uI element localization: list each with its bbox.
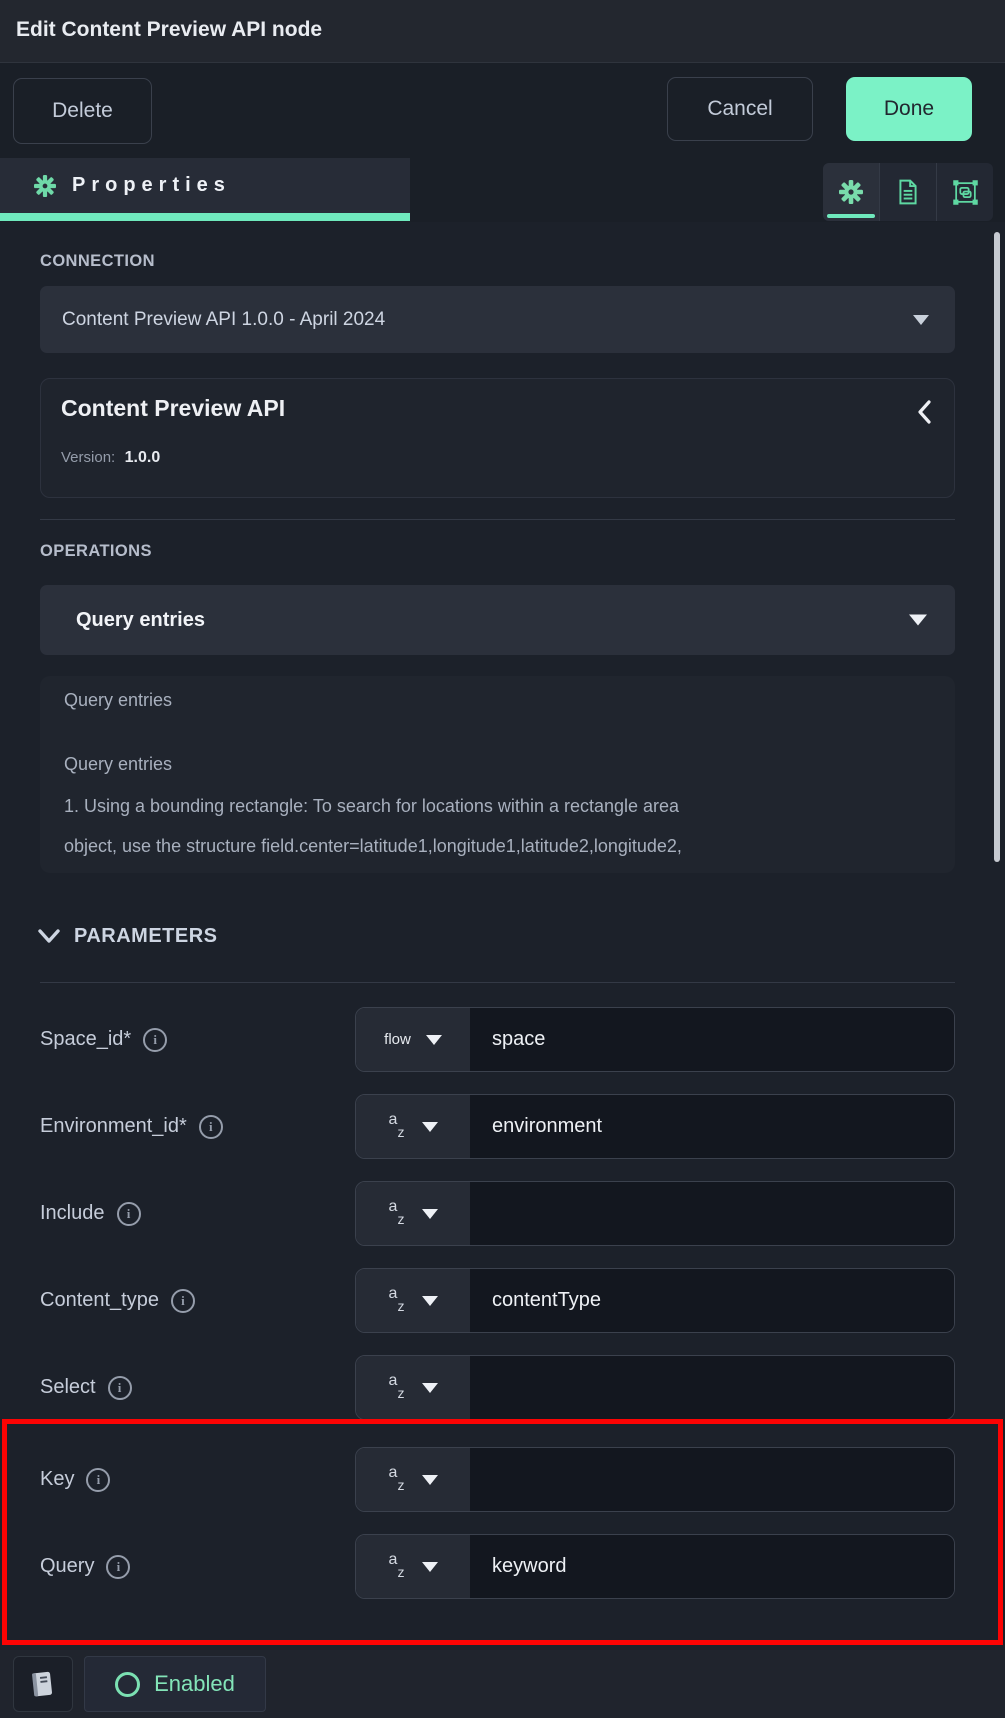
status-circle-icon <box>115 1672 140 1697</box>
param-input-group-include: az <box>355 1181 955 1246</box>
param-type-selector[interactable]: az <box>356 1269 470 1332</box>
param-input-group-environment-id: az <box>355 1094 955 1159</box>
operation-description-title: Query entries <box>64 690 172 711</box>
chevron-down-icon <box>422 1475 438 1485</box>
version-value: 1.0.0 <box>125 449 161 466</box>
node-help-button[interactable] <box>13 1656 73 1712</box>
dialog-toolbar: Delete Cancel Done <box>0 63 1005 150</box>
tab-description-icon-button[interactable] <box>880 163 937 221</box>
cancel-button[interactable]: Cancel <box>667 77 813 141</box>
connection-select[interactable]: Content Preview API 1.0.0 - April 2024 <box>40 286 955 353</box>
string-type-az-icon: az <box>389 1199 407 1229</box>
param-label-select: Select i <box>40 1355 340 1420</box>
enabled-label: Enabled <box>154 1671 235 1697</box>
api-version-line: Version: 1.0.0 <box>61 449 160 467</box>
operation-description-card: Query entries Query entries 1. Using a b… <box>40 676 955 873</box>
param-input-group-select: az <box>355 1355 955 1420</box>
chevron-down-icon <box>422 1296 438 1306</box>
chevron-down-icon <box>422 1209 438 1219</box>
dialog-titlebar: Edit Content Preview API node <box>0 0 1005 63</box>
active-icon-underline <box>827 214 875 218</box>
parameters-section-label: PARAMETERS <box>74 925 218 948</box>
param-value-input-select[interactable] <box>470 1356 954 1419</box>
param-label-environment-id: Environment_id* i <box>40 1094 340 1159</box>
string-type-az-icon: az <box>389 1112 407 1142</box>
string-type-az-icon: az <box>389 1465 407 1495</box>
scrollbar-thumb[interactable] <box>994 232 1000 862</box>
connection-selected-value: Content Preview API 1.0.0 - April 2024 <box>62 309 385 331</box>
chevron-down-icon <box>913 315 929 325</box>
appearance-frame-icon <box>952 179 979 206</box>
tab-properties-icon-button[interactable] <box>823 163 880 221</box>
param-label-key: Key i <box>40 1447 340 1512</box>
param-input-group-content-type: az <box>355 1268 955 1333</box>
tab-properties-label: Properties <box>72 174 231 197</box>
param-input-group-query: az <box>355 1534 955 1599</box>
param-label-include: Include i <box>40 1181 340 1246</box>
chevron-down-icon <box>909 615 927 626</box>
api-card-title: Content Preview API <box>61 395 285 422</box>
string-type-az-icon: az <box>389 1552 407 1582</box>
edit-node-dialog: Edit Content Preview API node Delete Can… <box>0 0 1005 1718</box>
string-type-az-icon: az <box>389 1373 407 1403</box>
document-icon <box>896 179 920 205</box>
param-type-selector[interactable]: az <box>356 1356 470 1419</box>
param-label-space-id: Space_id* i <box>40 1007 340 1072</box>
editor-tab-icons <box>823 163 993 221</box>
book-icon <box>28 1668 59 1701</box>
operations-section-label: OPERATIONS <box>40 542 152 561</box>
info-icon[interactable]: i <box>143 1028 167 1052</box>
operation-description-text: 1. Using a bounding rectangle: To search… <box>64 796 679 817</box>
delete-button[interactable]: Delete <box>13 78 152 144</box>
param-value-input-query[interactable] <box>470 1535 954 1598</box>
param-type-selector[interactable]: az <box>356 1095 470 1158</box>
param-value-input-content-type[interactable] <box>470 1269 954 1332</box>
info-icon[interactable]: i <box>86 1468 110 1492</box>
dialog-footer: Enabled <box>0 1650 1005 1718</box>
param-type-selector[interactable]: az <box>356 1182 470 1245</box>
param-type-selector[interactable]: flow <box>356 1008 470 1071</box>
dialog-title: Edit Content Preview API node <box>16 0 322 60</box>
active-tab-underline <box>0 213 410 221</box>
gear-icon <box>34 175 56 197</box>
chevron-down-icon <box>426 1035 442 1045</box>
info-icon[interactable]: i <box>108 1376 132 1400</box>
param-label-query: Query i <box>40 1534 340 1599</box>
section-divider <box>40 519 955 520</box>
param-label-content-type: Content_type i <box>40 1268 340 1333</box>
operation-description-text: object, use the structure field.center=l… <box>64 836 682 857</box>
node-enabled-toggle[interactable]: Enabled <box>84 1656 266 1712</box>
info-icon[interactable]: i <box>106 1555 130 1579</box>
param-value-input-space-id[interactable] <box>470 1008 954 1071</box>
param-value-input-key[interactable] <box>470 1448 954 1511</box>
operation-selected-value: Query entries <box>76 609 205 632</box>
chevron-down-icon <box>422 1562 438 1572</box>
param-value-input-include[interactable] <box>470 1182 954 1245</box>
done-button[interactable]: Done <box>846 77 972 141</box>
info-icon[interactable]: i <box>117 1202 141 1226</box>
operation-description-subtitle: Query entries <box>64 754 172 775</box>
string-type-az-icon: az <box>389 1286 407 1316</box>
param-input-group-key: az <box>355 1447 955 1512</box>
parameters-section-toggle[interactable]: PARAMETERS <box>38 925 218 948</box>
param-input-group-space-id: flow <box>355 1007 955 1072</box>
gear-icon <box>839 180 863 204</box>
version-label: Version: <box>61 449 115 466</box>
chevron-left-icon[interactable] <box>916 399 932 425</box>
param-type-selector[interactable]: az <box>356 1535 470 1598</box>
info-icon[interactable]: i <box>199 1115 223 1139</box>
param-value-input-environment-id[interactable] <box>470 1095 954 1158</box>
api-info-card: Content Preview API Version: 1.0.0 <box>40 378 955 498</box>
tab-appearance-icon-button[interactable] <box>937 163 993 221</box>
section-divider <box>40 982 955 983</box>
operation-select[interactable]: Query entries <box>40 585 955 655</box>
connection-section-label: CONNECTION <box>40 252 155 271</box>
chevron-down-icon <box>422 1383 438 1393</box>
chevron-down-icon <box>422 1122 438 1132</box>
chevron-down-icon <box>38 929 60 944</box>
info-icon[interactable]: i <box>171 1289 195 1313</box>
param-type-selector[interactable]: az <box>356 1448 470 1511</box>
tab-bar: Properties <box>0 150 1005 222</box>
tab-properties[interactable]: Properties <box>0 158 410 213</box>
